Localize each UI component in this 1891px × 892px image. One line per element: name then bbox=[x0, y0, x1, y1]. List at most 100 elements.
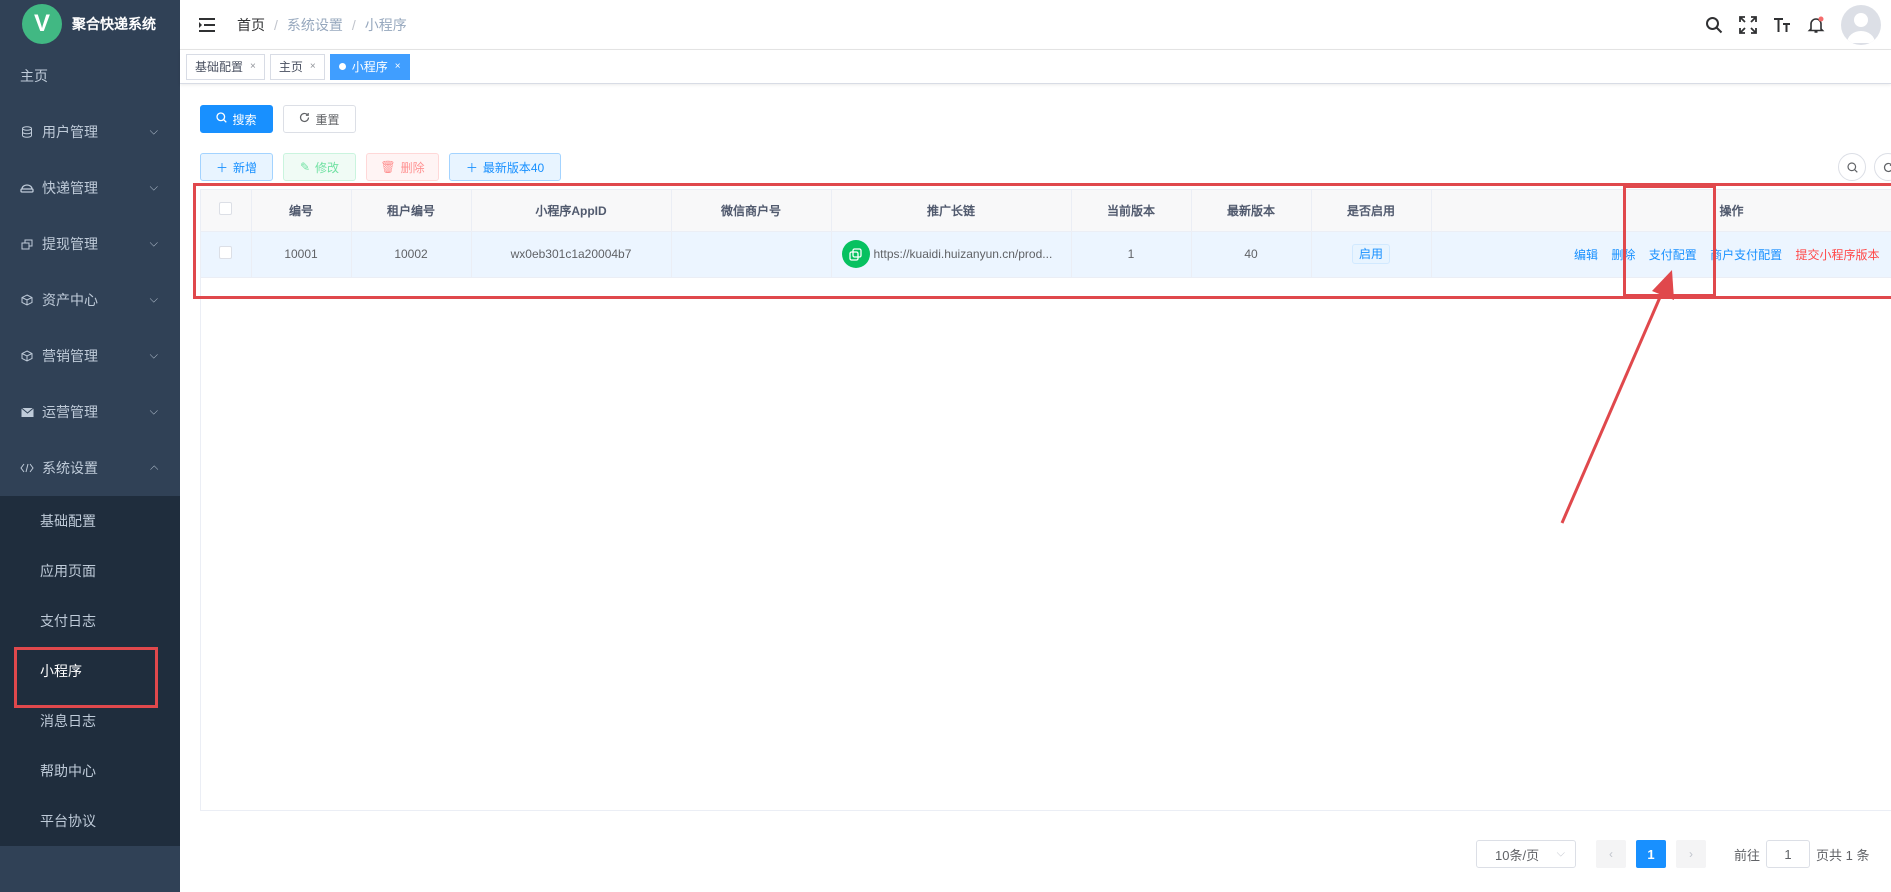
sidebar-item-marketing[interactable]: 营销管理 ⌵ bbox=[0, 328, 180, 384]
chevron-down-icon: ⌵ bbox=[149, 293, 158, 306]
tag-basic-config[interactable]: 基础配置 × bbox=[186, 53, 265, 80]
edit-button[interactable]: ✎ 修改 bbox=[283, 153, 356, 181]
breadcrumb-settings: 系统设置 bbox=[286, 16, 343, 33]
tag-label: 小程序 bbox=[351, 60, 388, 74]
sidebar-item-assets[interactable]: 资产中心 ⌵ bbox=[0, 272, 180, 328]
sidebar-item-label: 主页 bbox=[20, 68, 48, 84]
navbar-right bbox=[1697, 0, 1891, 50]
add-button[interactable]: ＋ 新增 bbox=[200, 153, 273, 181]
navbar: 首页 / 系统设置 / 小程序 bbox=[180, 0, 1891, 50]
code-icon bbox=[20, 461, 34, 475]
reset-button[interactable]: 重置 bbox=[283, 105, 356, 133]
active-dot-icon bbox=[338, 63, 346, 70]
close-icon[interactable]: × bbox=[310, 61, 316, 72]
edit-icon: ✎ bbox=[299, 160, 311, 174]
font-size-icon[interactable] bbox=[1765, 16, 1799, 34]
sidebar-item-help-center[interactable]: 帮助中心 bbox=[0, 746, 180, 796]
chevron-down-icon: ⌵ bbox=[149, 181, 158, 194]
goto-label: 前往 bbox=[1734, 847, 1761, 863]
reset-button-label: 重置 bbox=[315, 112, 340, 127]
cube-icon bbox=[20, 349, 34, 363]
tag-home[interactable]: 主页 × bbox=[269, 53, 325, 80]
sidebar-item-pay-log[interactable]: 支付日志 bbox=[0, 596, 180, 646]
chevron-right-icon: › bbox=[1689, 847, 1693, 861]
refresh-icon bbox=[1883, 162, 1891, 172]
sidebar-item-label: 快递管理 bbox=[42, 180, 98, 196]
breadcrumb-separator: / bbox=[351, 16, 356, 33]
sidebar-item-label: 提现管理 bbox=[42, 236, 98, 252]
sidebar-item-operations[interactable]: 运营管理 ⌵ bbox=[0, 384, 180, 440]
cube-icon bbox=[20, 293, 34, 307]
app-title: 聚合快递系统 bbox=[72, 16, 156, 32]
mail-icon bbox=[20, 405, 34, 419]
highlight-box-sidebar bbox=[14, 647, 158, 708]
sidebar-item-label: 用户管理 bbox=[42, 124, 98, 140]
prev-page-button[interactable]: ‹ bbox=[1596, 840, 1626, 868]
chevron-down-icon: ⌵ bbox=[149, 405, 158, 418]
search-button[interactable]: 搜索 bbox=[200, 105, 273, 133]
page-number-current[interactable]: 1 bbox=[1636, 840, 1666, 868]
chevron-down-icon: ⌵ bbox=[149, 237, 158, 250]
toggle-search-button[interactable] bbox=[1838, 153, 1866, 181]
sidebar-item-users[interactable]: 用户管理 ⌵ bbox=[0, 104, 180, 160]
avatar[interactable] bbox=[1841, 5, 1881, 45]
page-size-select[interactable]: 10条/页 ⌵ bbox=[1476, 840, 1576, 868]
sidebar-item-label: 运营管理 bbox=[42, 404, 98, 420]
highlight-box-pay-config bbox=[1623, 185, 1716, 297]
database-icon bbox=[20, 125, 34, 139]
sidebar-item-withdraw[interactable]: 提现管理 ⌵ bbox=[0, 216, 180, 272]
plus-icon: ＋ bbox=[215, 160, 228, 175]
delete-button-label: 删除 bbox=[400, 160, 425, 175]
close-icon[interactable]: × bbox=[395, 61, 401, 72]
page-size-value: 10条/页 bbox=[1495, 847, 1540, 863]
breadcrumb-home[interactable]: 首页 bbox=[237, 15, 265, 35]
goto-page-input[interactable]: 1 bbox=[1766, 840, 1811, 868]
search-icon bbox=[216, 112, 228, 126]
sidebar-item-basic-config[interactable]: 基础配置 bbox=[0, 496, 180, 546]
sidebar-item-courier[interactable]: 快递管理 ⌵ bbox=[0, 160, 180, 216]
chevron-down-icon: ⌵ bbox=[149, 349, 158, 362]
add-button-label: 新增 bbox=[233, 160, 258, 175]
sidebar-item-label: 营销管理 bbox=[42, 348, 98, 364]
logo[interactable]: V 聚合快递系统 bbox=[0, 0, 180, 48]
search-icon bbox=[1846, 161, 1858, 173]
delete-button[interactable]: 🗑︎ 删除 bbox=[366, 153, 439, 181]
goto-page: 前往 1 页共 1 条 bbox=[1734, 840, 1869, 868]
courier-icon bbox=[20, 181, 34, 195]
total-label: 页共 1 条 bbox=[1816, 847, 1870, 863]
latest-version-button-label: 最新版本40 bbox=[482, 160, 545, 175]
chevron-up-icon: ⌵ bbox=[149, 462, 158, 475]
sidebar-item-settings[interactable]: 系统设置 ⌵ bbox=[0, 440, 180, 496]
chevron-down-icon: ⌵ bbox=[1556, 847, 1565, 860]
refresh-icon bbox=[299, 112, 310, 126]
refresh-table-button[interactable] bbox=[1874, 153, 1891, 181]
tag-label: 基础配置 bbox=[195, 60, 244, 74]
breadcrumb-separator: / bbox=[274, 16, 278, 33]
latest-version-button[interactable]: ＋ 最新版本40 bbox=[449, 153, 561, 181]
chevron-down-icon: ⌵ bbox=[149, 125, 158, 138]
trash-icon: 🗑︎ bbox=[380, 160, 396, 174]
tag-label: 主页 bbox=[278, 60, 303, 74]
sidebar-item-home[interactable]: 主页 bbox=[0, 48, 180, 104]
breadcrumb: 首页 / 系统设置 / 小程序 bbox=[237, 15, 407, 35]
search-icon[interactable] bbox=[1697, 16, 1731, 34]
sidebar-item-platform-agreement[interactable]: 平台协议 bbox=[0, 796, 180, 846]
bell-icon[interactable] bbox=[1799, 16, 1833, 34]
chevron-left-icon: ‹ bbox=[1609, 847, 1613, 861]
sidebar-item-app-pages[interactable]: 应用页面 bbox=[0, 546, 180, 596]
sidebar-item-label: 资产中心 bbox=[42, 292, 98, 308]
plus-icon: ＋ bbox=[465, 160, 478, 175]
search-button-label: 搜索 bbox=[232, 112, 257, 127]
hamburger-icon[interactable] bbox=[197, 15, 217, 35]
fullscreen-icon[interactable] bbox=[1731, 16, 1765, 34]
tags-view: 基础配置 × 主页 × 小程序 × bbox=[180, 50, 1891, 84]
sidebar-item-label: 系统设置 bbox=[42, 460, 98, 476]
close-icon[interactable]: × bbox=[250, 61, 256, 72]
edit-button-label: 修改 bbox=[315, 160, 340, 175]
breadcrumb-current: 小程序 bbox=[364, 16, 407, 33]
withdraw-icon bbox=[20, 237, 34, 251]
sidebar: V 聚合快递系统 主页 用户管理 ⌵ 快递管理 ⌵ 提现管理 ⌵ 资产中心 ⌵ bbox=[0, 0, 180, 892]
logo-icon: V bbox=[22, 4, 62, 44]
tag-miniprogram[interactable]: 小程序 × bbox=[329, 53, 410, 80]
next-page-button[interactable]: › bbox=[1676, 840, 1706, 868]
